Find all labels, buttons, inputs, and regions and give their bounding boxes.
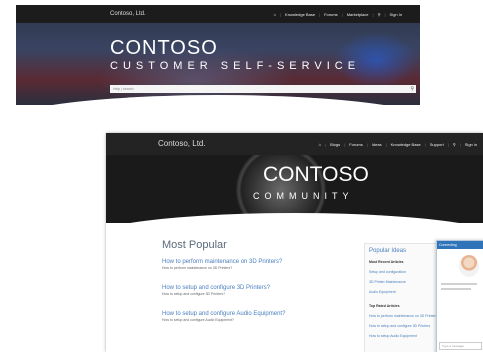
hero-title: CONTOSO [110, 37, 218, 59]
customer-self-service-screenshot: Contoso, Ltd. ⌂ | Knowledge Base | Forum… [16, 5, 420, 105]
search-placeholder: Help | search [113, 87, 134, 91]
home-icon[interactable]: ⌂ [319, 142, 321, 147]
sidebar-section-title: Most Recent Articles [369, 260, 404, 264]
chat-header[interactable]: Connecting [437, 241, 483, 249]
chat-message-line [441, 283, 477, 285]
nav-separator: | [341, 11, 343, 17]
nav-link-sign-in[interactable]: Sign In [390, 12, 402, 17]
nav-separator: | [344, 141, 346, 147]
nav-separator: | [279, 11, 282, 17]
nav-separator: | [372, 11, 374, 17]
sidebar-heading: Popular Ideas [369, 248, 407, 254]
community-nav-links: ⌂ | Blogs | Forums | Ideas | Knowledge B… [319, 133, 477, 155]
chat-message-line [441, 288, 471, 290]
nav-link[interactable]: Forums [349, 142, 363, 147]
nav-link[interactable]: Knowledge Base [391, 142, 421, 147]
top-navbar: Contoso, Ltd. ⌂ | Knowledge Base | Forum… [16, 5, 420, 23]
chat-input[interactable]: Type a message [439, 342, 482, 350]
hero-subtitle: CUSTOMER SELF-SERVICE [110, 60, 361, 72]
hero-title: CONTOSO [263, 163, 369, 186]
search-icon[interactable]: ⚲ [453, 142, 456, 147]
sidebar-link[interactable]: Audio Equipment [369, 290, 396, 294]
sidebar-section-title: Top Rated Articles [369, 304, 400, 308]
article-link[interactable]: How to perform maintenance on 3D Printer… [162, 259, 282, 265]
sidebar-link[interactable]: How to setup and configure 3D Printers [369, 324, 430, 328]
nav-separator: | [385, 141, 387, 147]
nav-link[interactable]: Forums [324, 12, 338, 17]
article-description: How to perform maintenance on 3D Printer… [162, 266, 233, 270]
nav-separator: | [459, 141, 461, 147]
sidebar-link[interactable]: Setup and configuration [369, 270, 406, 274]
chat-widget[interactable]: Connecting Type a message [436, 240, 483, 352]
nav-separator: | [319, 11, 321, 17]
nav-separator: | [424, 141, 426, 147]
nav-link[interactable]: Support [430, 142, 444, 147]
agent-avatar [459, 255, 479, 277]
nav-link[interactable]: Ideas [372, 142, 382, 147]
article-link[interactable]: How to setup and configure Audio Equipme… [162, 311, 285, 317]
nav-link[interactable]: Blogs [330, 142, 340, 147]
hero-subtitle: COMMUNITY [253, 191, 354, 201]
search-icon[interactable]: ⚲ [378, 12, 381, 17]
list-item: How to perform maintenance on 3D Printer… [162, 259, 282, 270]
community-screenshot: Contoso, Ltd. ⌂ | Blogs | Forums | Ideas… [106, 133, 483, 352]
search-icon[interactable]: ⚲ [410, 86, 414, 92]
sidebar-panel: Popular Ideas Most Recent Articles Setup… [364, 243, 439, 352]
list-item: How to setup and configure Audio Equipme… [162, 311, 285, 322]
top-nav-links: ⌂ | Knowledge Base | Forums | Marketplac… [274, 5, 402, 23]
nav-separator: | [384, 11, 386, 17]
nav-link-sign-in[interactable]: Sign in [465, 142, 477, 147]
article-link[interactable]: How to setup and configure 3D Printers? [162, 285, 270, 291]
nav-separator: | [447, 141, 449, 147]
brand-name[interactable]: Contoso, Ltd. [110, 11, 146, 17]
article-description: How to setup and configure Audio Equipme… [162, 318, 234, 322]
most-popular-heading: Most Popular [162, 239, 227, 251]
nav-link[interactable]: Marketplace [347, 12, 369, 17]
sidebar-link[interactable]: How to setup Audio Equipment [369, 334, 417, 338]
list-item: How to setup and configure 3D Printers? … [162, 285, 270, 296]
community-navbar: Contoso, Ltd. ⌂ | Blogs | Forums | Ideas… [106, 133, 483, 155]
home-icon[interactable]: ⌂ [274, 12, 276, 17]
sidebar-link[interactable]: How to perform maintenance on 3D Printer… [369, 314, 439, 318]
search-input[interactable]: Help | search ⚲ [110, 85, 416, 93]
sidebar-link[interactable]: 3D Printer Maintenance [369, 280, 406, 284]
nav-link[interactable]: Knowledge Base [285, 12, 315, 17]
nav-separator: | [325, 141, 327, 147]
article-description: How to setup and configure 3D Printers? [162, 292, 226, 296]
brand-name[interactable]: Contoso, Ltd. [158, 139, 206, 148]
nav-separator: | [366, 141, 368, 147]
